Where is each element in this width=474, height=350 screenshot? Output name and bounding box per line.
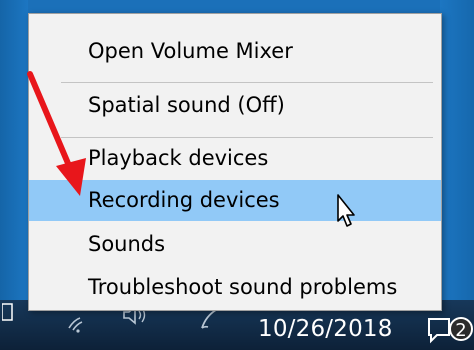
menu-item-label: Open Volume Mixer: [88, 39, 293, 63]
desktop-background-right: [440, 0, 474, 300]
action-center-icon[interactable]: 2: [425, 311, 473, 345]
menu-item-troubleshoot[interactable]: Troubleshoot sound problems: [29, 267, 441, 308]
menu-item-playback-devices[interactable]: Playback devices: [29, 138, 441, 179]
mouse-cursor: [337, 194, 355, 227]
menu-item-open-volume-mixer[interactable]: Open Volume Mixer: [29, 31, 441, 72]
menu-separator: [61, 82, 433, 83]
menu-item-spatial-sound[interactable]: Spatial sound (Off): [29, 85, 441, 126]
menu-item-label: Sounds: [88, 232, 166, 256]
desktop-background: [0, 0, 474, 12]
desktop-background-left: [0, 0, 28, 300]
menu-item-label: Spatial sound (Off): [88, 93, 285, 117]
menu-item-recording-devices[interactable]: Recording devices: [29, 180, 441, 221]
menu-item-sounds[interactable]: Sounds: [29, 224, 441, 265]
screen: 10/26/2018 2 Open Volume Mixer Spatial s…: [0, 0, 474, 350]
notification-count-badge: 2: [449, 317, 473, 341]
sound-context-menu: Open Volume Mixer Spatial sound (Off) Pl…: [28, 13, 442, 311]
menu-item-label: Playback devices: [88, 146, 269, 170]
taskbar-date[interactable]: 10/26/2018: [258, 316, 393, 342]
menu-item-label: Recording devices: [88, 188, 280, 212]
hidden-icons-icon[interactable]: [2, 302, 14, 322]
menu-item-label: Troubleshoot sound problems: [88, 275, 398, 299]
wifi-icon[interactable]: [66, 312, 92, 334]
